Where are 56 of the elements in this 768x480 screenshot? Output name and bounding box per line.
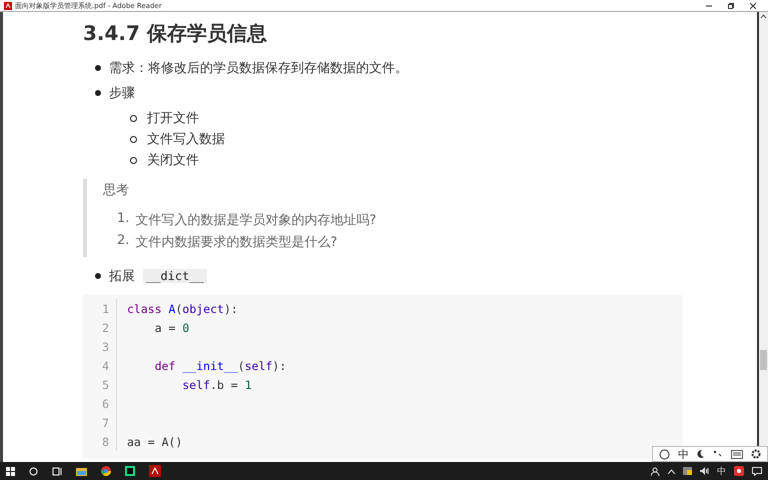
keyboard-icon[interactable]	[731, 450, 743, 458]
code-line: aa = A()	[126, 434, 182, 448]
code-line: class A(object):	[126, 302, 238, 316]
list-item-text: 文件内数据要求的数据类型是什么?	[135, 234, 338, 251]
line-number: 8	[83, 432, 117, 451]
line-number: 3	[83, 337, 117, 356]
circle-bullet-icon	[130, 156, 137, 164]
line-number: 1	[83, 299, 117, 318]
search-icon[interactable]	[29, 466, 38, 476]
code-line: def __init__(self):	[154, 358, 286, 372]
circle-bullet-icon	[130, 114, 137, 122]
line-number: 7	[83, 413, 117, 432]
input-mode-toggle[interactable]: 中	[678, 446, 689, 462]
restore-icon[interactable]	[728, 2, 734, 8]
speaker-icon[interactable]	[700, 467, 709, 475]
bullet-icon	[95, 273, 101, 279]
chevron-up-icon[interactable]	[668, 468, 675, 474]
close-icon[interactable]	[750, 2, 756, 8]
bullet-text: 拓展	[109, 268, 135, 285]
app-tray-icon[interactable]	[734, 466, 744, 476]
inline-code: __dict__	[143, 269, 207, 283]
input-method-indicator[interactable]: 中	[717, 464, 726, 478]
list-item-text: 文件写入的数据是学员对象的内存地址吗?	[135, 212, 376, 229]
moon-icon[interactable]	[697, 449, 705, 459]
line-number: 4	[83, 356, 117, 375]
folder-icon[interactable]	[76, 466, 87, 476]
list-number: 1.	[117, 211, 130, 228]
heading: 3.4.7 保存学员信息	[83, 20, 267, 47]
line-number: 5	[83, 375, 117, 394]
scroll-up-icon[interactable]	[759, 12, 768, 20]
scrollbar-thumb[interactable]	[760, 350, 767, 370]
circle-bullet-icon	[130, 136, 137, 142]
code-line: self.b = 1	[181, 378, 252, 392]
start-icon[interactable]	[6, 466, 15, 476]
bullet-icon	[95, 90, 101, 96]
task-view-icon[interactable]	[52, 466, 62, 476]
line-number: 6	[83, 394, 117, 413]
bullet-text: 步骤	[109, 85, 135, 102]
list-item-text: 打开文件	[147, 110, 199, 127]
punctuation-icon[interactable]	[713, 449, 723, 459]
code-line: a = 0	[154, 320, 190, 334]
pdf-app-icon[interactable]	[149, 465, 161, 477]
bullet-icon	[95, 65, 101, 71]
people-icon[interactable]	[651, 466, 660, 476]
ime-logo-icon[interactable]	[659, 448, 670, 460]
list-item-text: 关闭文件	[147, 152, 199, 169]
list-item-text: 文件写入数据	[147, 131, 225, 148]
list-number: 2.	[117, 233, 130, 250]
settings-icon[interactable]	[751, 449, 761, 459]
minimize-icon[interactable]	[706, 2, 712, 8]
quote-title: 思考	[103, 182, 130, 199]
line-number: 2	[83, 318, 117, 337]
browser-icon[interactable]	[101, 466, 111, 476]
bullet-text: 需求：将修改后的学员数据保存到存储数据的文件。	[109, 60, 408, 77]
ide-icon[interactable]	[125, 466, 135, 476]
notification-icon[interactable]	[752, 466, 762, 476]
